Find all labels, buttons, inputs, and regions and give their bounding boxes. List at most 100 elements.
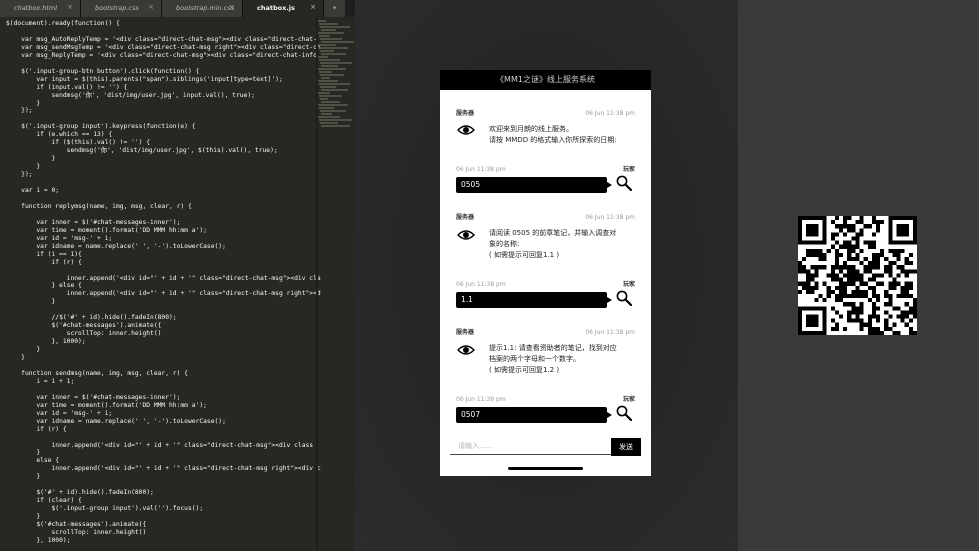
qr-module — [843, 293, 848, 299]
qr-module — [884, 265, 889, 270]
minimap-line — [319, 83, 350, 85]
qr-module — [875, 293, 881, 299]
minimap[interactable] — [318, 20, 354, 130]
close-icon[interactable]: × — [67, 3, 73, 11]
qr-module — [871, 289, 876, 294]
qr-module — [871, 257, 876, 262]
qr-module — [904, 302, 909, 307]
qr-module — [843, 302, 848, 307]
qr-module — [843, 289, 848, 294]
qr-module — [871, 285, 876, 290]
qr-module — [908, 261, 913, 266]
qr-module — [892, 277, 897, 282]
qr-module — [867, 330, 872, 335]
tab-chatbox-html[interactable]: chatbox.html × — [0, 0, 81, 17]
qr-module — [908, 306, 913, 311]
qr-module — [814, 285, 819, 290]
home-indicator[interactable] — [508, 467, 583, 470]
qr-module — [830, 289, 835, 294]
qr-module — [830, 244, 835, 249]
close-icon[interactable]: × — [148, 3, 154, 11]
magnifier-icon — [616, 405, 632, 421]
qr-module — [888, 265, 893, 270]
qr-module — [834, 265, 840, 270]
sender-name: 服务器 — [456, 110, 475, 117]
qr-module — [830, 236, 835, 241]
qr-module — [904, 257, 909, 262]
qr-module — [867, 277, 872, 282]
qr-module — [847, 244, 852, 249]
qr-module — [847, 273, 852, 278]
qr-module — [884, 322, 889, 327]
code-text[interactable]: $(document).ready(function() { var msg_A… — [6, 20, 321, 545]
qr-module — [888, 293, 893, 299]
qr-module — [880, 281, 885, 286]
qr-module — [834, 248, 840, 253]
qr-module — [814, 252, 819, 258]
minimap-line — [318, 104, 348, 106]
qr-module — [851, 269, 856, 274]
qr-module — [851, 277, 856, 282]
qr-module — [871, 244, 876, 249]
qr-module — [843, 224, 848, 229]
qr-module — [884, 289, 889, 294]
qr-module — [843, 273, 848, 278]
qr-module — [830, 277, 835, 282]
qr-module — [867, 326, 872, 331]
minimap-line — [318, 80, 338, 82]
qr-module — [847, 310, 852, 315]
sender-name: 服务器 — [456, 214, 475, 221]
qr-module — [834, 310, 840, 315]
qr-module — [875, 330, 881, 335]
qr-module — [896, 293, 901, 299]
qr-module — [843, 285, 848, 290]
qr-module — [912, 302, 917, 307]
qr-module — [830, 273, 835, 278]
qr-module — [814, 265, 819, 270]
qr-module — [908, 326, 913, 331]
qr-module — [896, 306, 901, 311]
qr-module — [896, 265, 901, 270]
message-time: 06 Jun 11:38 pm — [585, 329, 635, 336]
qr-module — [875, 261, 881, 266]
qr-module — [839, 289, 844, 294]
qr-module — [867, 318, 872, 323]
minimap-line — [319, 47, 348, 49]
qr-module — [904, 293, 909, 299]
tab-chatbox-js[interactable]: chatbox.js × — [243, 0, 324, 17]
qr-module — [802, 265, 807, 270]
qr-module — [798, 261, 803, 266]
qr-module — [859, 220, 864, 225]
qr-module — [904, 289, 909, 294]
qr-module — [904, 285, 909, 290]
qr-module — [834, 252, 840, 258]
message-time: 06 Jun 11:38 pm — [585, 214, 635, 221]
qr-module — [822, 252, 827, 258]
qr-module — [875, 326, 881, 331]
qr-module — [802, 281, 807, 286]
qr-module — [818, 293, 823, 299]
tab-label: bootstrap.css — [95, 4, 139, 12]
qr-module — [896, 273, 901, 278]
qr-module — [904, 269, 909, 274]
close-icon[interactable]: × — [229, 3, 235, 11]
qr-module — [912, 269, 917, 274]
send-button[interactable]: 发送 — [611, 438, 641, 456]
qr-module — [871, 302, 876, 307]
minimap-line — [321, 77, 330, 79]
qr-module — [904, 261, 909, 266]
tab-bootstrap-min-css[interactable]: bootstrap.min.css × — [162, 0, 243, 17]
qr-module — [859, 306, 864, 311]
qr-module — [880, 273, 885, 278]
qr-module — [806, 289, 811, 294]
qr-finder — [806, 314, 819, 327]
chat-input[interactable] — [450, 438, 611, 455]
qr-module — [834, 257, 840, 262]
qr-module — [900, 318, 905, 323]
close-icon[interactable]: × — [310, 3, 316, 11]
qr-module — [871, 273, 876, 278]
tab-bootstrap-css[interactable]: bootstrap.css × — [81, 0, 162, 17]
message-time: 06 Jun 11:38 pm — [585, 110, 635, 117]
tab-overflow-icon[interactable]: ▾ — [324, 0, 345, 17]
qr-module — [839, 281, 844, 286]
